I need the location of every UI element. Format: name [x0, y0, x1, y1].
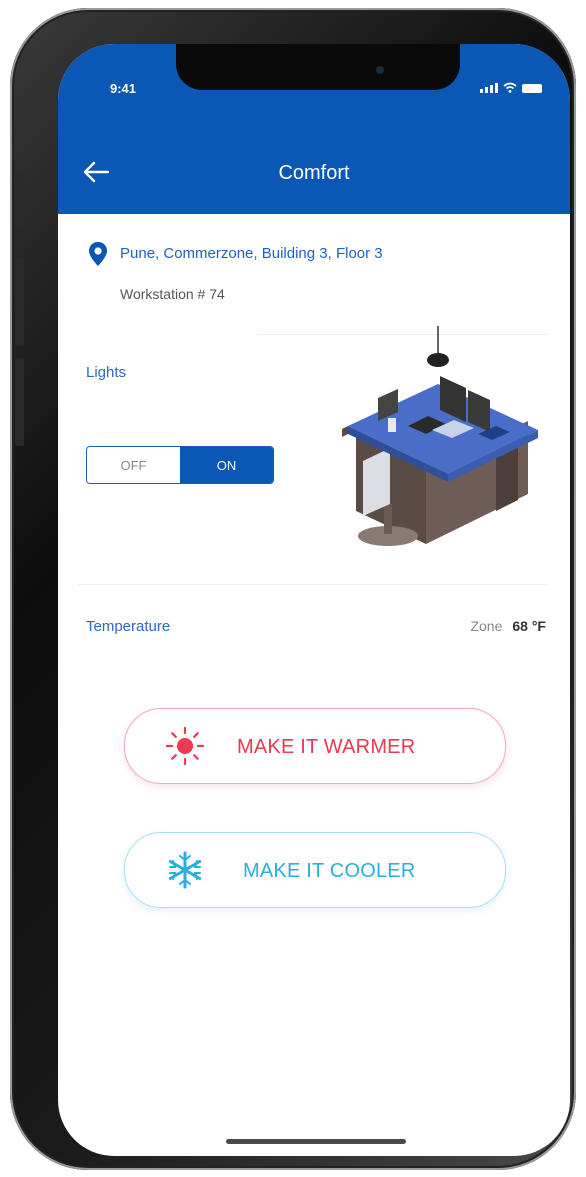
mute-switch [15, 173, 24, 229]
front-camera [376, 66, 384, 74]
notch [176, 44, 460, 90]
battery-icon [522, 84, 542, 93]
warmer-label: MAKE IT WARMER [237, 736, 416, 758]
divider [78, 584, 548, 585]
home-indicator[interactable] [226, 1139, 406, 1144]
workstation-label: Workstation # 74 [120, 286, 225, 302]
signal-icon [480, 83, 498, 93]
zone-value: 68 °F [512, 618, 546, 634]
status-icons [480, 82, 542, 93]
make-it-cooler-button[interactable]: MAKE IT COOLER [124, 832, 506, 908]
location-pin-icon [89, 242, 107, 266]
volume-up-button [15, 258, 24, 346]
lights-toggle[interactable]: OFF ON [86, 446, 274, 484]
cooler-label: MAKE IT COOLER [243, 860, 416, 882]
temperature-label: Temperature [86, 618, 171, 635]
wifi-icon [503, 82, 517, 93]
make-it-warmer-button[interactable]: MAKE IT WARMER [124, 708, 506, 784]
status-time: 9:41 [110, 81, 137, 96]
app-header: 9:41 Comfort [58, 44, 570, 214]
location-address[interactable]: Pune, Commerzone, Building 3, Floor 3 [120, 245, 383, 262]
app-screen: 9:41 Comfort Pune, Commerzone, Building … [58, 44, 570, 1156]
volume-down-button [15, 358, 24, 446]
lights-label: Lights [86, 364, 127, 381]
phone-frame: 9:41 Comfort Pune, Commerzone, Building … [10, 8, 576, 1170]
lights-off-option[interactable]: OFF [87, 447, 180, 483]
page-title: Comfort [278, 162, 350, 184]
snowflake-icon [168, 851, 202, 889]
zone-label: Zone [470, 618, 503, 634]
lights-on-option[interactable]: ON [180, 447, 273, 483]
workstation-illustration [342, 326, 538, 546]
sun-icon [165, 726, 205, 766]
zone-temperature: Zone 68 °F [470, 618, 546, 634]
